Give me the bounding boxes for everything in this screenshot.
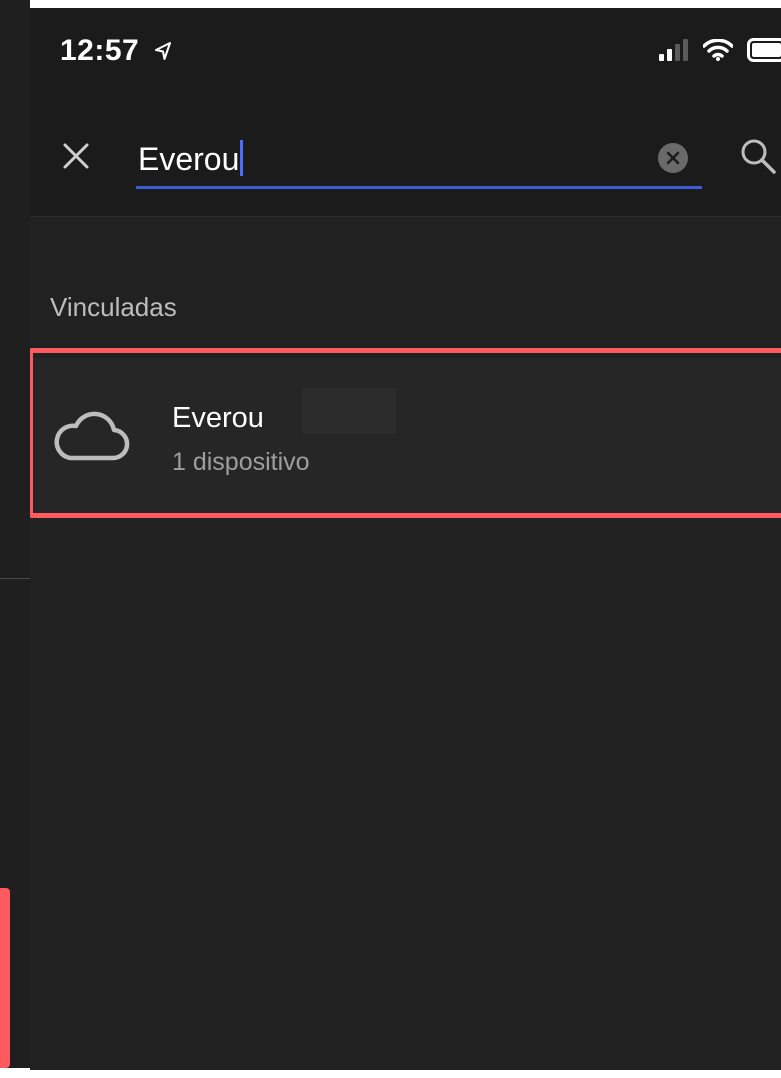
screenshot-canvas: 12:57 Everou Vinculadas Everou 1 disposi… — [0, 0, 781, 1078]
redacted-area — [302, 388, 396, 434]
clear-search-button[interactable] — [658, 143, 688, 173]
status-bar-icons — [659, 38, 781, 67]
cloud-icon — [54, 411, 130, 461]
phone-screen: 12:57 Everou Vinculadas Everou 1 disposi… — [30, 8, 781, 1070]
wifi-icon — [702, 38, 734, 66]
search-header: 12:57 Everou — [30, 8, 781, 217]
background-app-edge — [0, 0, 30, 1068]
result-item-everou[interactable]: Everou 1 dispositivo — [30, 358, 781, 514]
search-button[interactable] — [738, 136, 778, 176]
close-icon — [63, 143, 89, 169]
search-query-text[interactable]: Everou — [138, 140, 244, 178]
result-title: Everou — [172, 402, 264, 434]
background-divider — [0, 578, 30, 579]
cellular-signal-icon — [659, 39, 689, 66]
result-subtitle: 1 dispositivo — [172, 448, 310, 476]
search-query-value: Everou — [138, 141, 240, 177]
search-input[interactable]: Everou — [136, 126, 702, 189]
clear-circle-icon — [666, 151, 680, 165]
search-icon — [741, 139, 776, 174]
battery-icon — [747, 38, 781, 67]
section-title-linked: Vinculadas — [50, 292, 177, 322]
status-time-text: 12:57 — [60, 34, 140, 67]
text-caret — [240, 140, 244, 176]
background-accent-bar — [0, 888, 10, 1068]
location-arrow-icon — [154, 35, 172, 69]
status-bar-time: 12:57 — [60, 34, 172, 69]
close-search-button[interactable] — [58, 138, 94, 174]
